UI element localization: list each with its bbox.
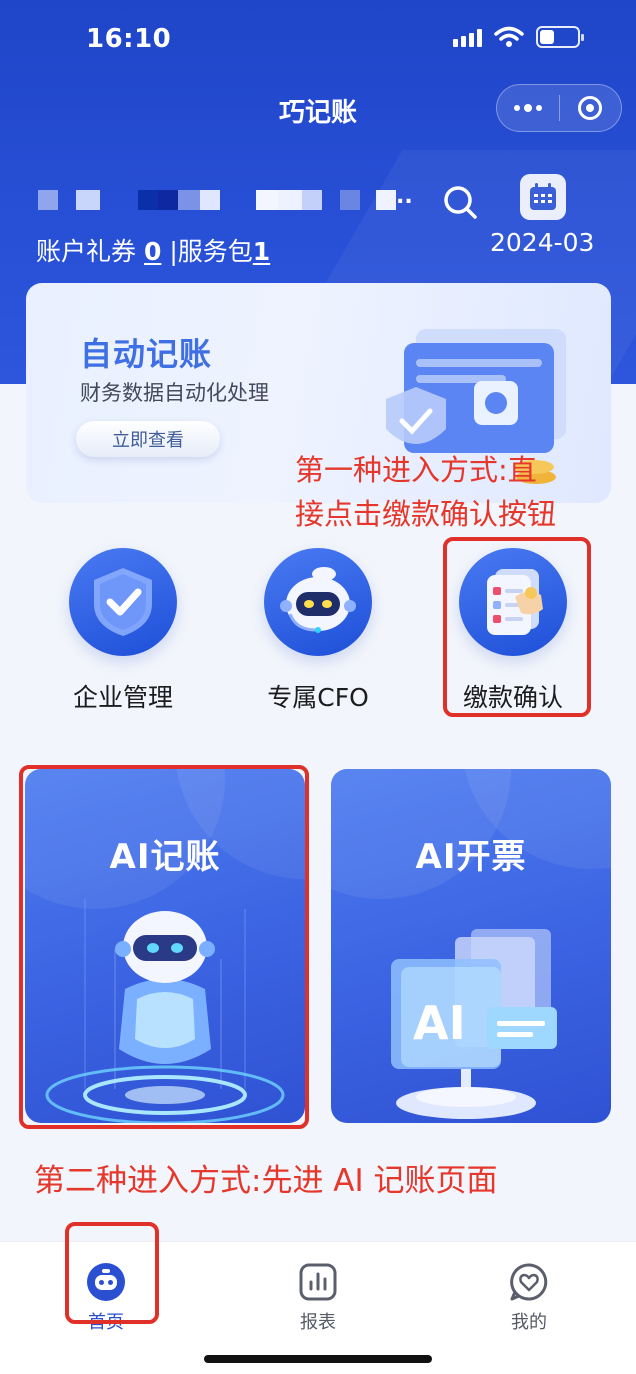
view-now-button[interactable]: 立即查看 bbox=[76, 421, 220, 457]
current-month[interactable]: 2024-03 bbox=[490, 228, 594, 257]
feature-exclusive-cfo[interactable]: 专属CFO bbox=[233, 548, 403, 714]
home-indicator[interactable] bbox=[204, 1355, 432, 1363]
chart-icon bbox=[298, 1262, 338, 1302]
more-menu-button[interactable] bbox=[497, 85, 559, 131]
annotation-highlight-ai-bookkeeping bbox=[19, 765, 309, 1129]
wifi-icon bbox=[494, 26, 524, 47]
heart-profile-icon bbox=[509, 1262, 549, 1302]
shield-check-icon bbox=[69, 548, 177, 656]
coupon-label: 账户礼券 bbox=[36, 237, 137, 266]
annotation-second-method: 第二种进入方式:先进 AI 记账页面 bbox=[34, 1163, 498, 1199]
annotation-highlight-payment-confirm bbox=[443, 537, 591, 717]
feature-enterprise-management[interactable]: 企业管理 bbox=[38, 548, 208, 714]
annotation-first-method: 第一种进入方式:直 接点击缴款确认按钮 bbox=[295, 448, 556, 536]
robot-icon bbox=[264, 548, 372, 656]
account-separator: | bbox=[169, 237, 178, 266]
masked-company-name: .. bbox=[38, 184, 418, 210]
annotation-first-line1: 第一种进入方式:直 bbox=[295, 453, 537, 487]
calendar-icon[interactable] bbox=[520, 174, 566, 220]
annotation-first-line2: 接点击缴款确认按钮 bbox=[295, 497, 557, 531]
status-bar: 16:10 bbox=[0, 0, 636, 78]
card-title: AI开票 bbox=[415, 837, 527, 877]
feature-label: 企业管理 bbox=[72, 683, 173, 712]
service-package-label: 服务包 bbox=[177, 237, 253, 266]
close-mini-program-button[interactable] bbox=[559, 85, 621, 131]
status-time: 16:10 bbox=[86, 24, 172, 54]
close-target-icon bbox=[578, 96, 603, 120]
banner-subtitle: 财务数据自动化处理 bbox=[80, 381, 269, 405]
svg-text:AI: AI bbox=[413, 996, 466, 1050]
cellular-signal-icon bbox=[453, 27, 482, 47]
tab-mine[interactable]: 我的 bbox=[469, 1242, 589, 1334]
account-summary: 账户礼券 0 |服务包1 bbox=[36, 232, 270, 268]
ai-invoicing-card[interactable]: AI开票 AI bbox=[331, 769, 611, 1123]
banner-title: 自动记账 bbox=[80, 335, 213, 373]
search-icon[interactable] bbox=[442, 184, 478, 220]
mini-program-capsule bbox=[496, 84, 622, 132]
tab-label: 报表 bbox=[300, 1312, 336, 1333]
ai-invoice-illustration: AI bbox=[391, 929, 557, 1119]
mask-ellipsis: .. bbox=[396, 184, 413, 209]
coupon-count-link[interactable]: 0 bbox=[144, 237, 161, 266]
service-package-count-link[interactable]: 1 bbox=[253, 237, 270, 266]
annotation-highlight-home-tab bbox=[65, 1222, 159, 1324]
status-icons bbox=[453, 26, 584, 48]
feature-label: 专属CFO bbox=[267, 683, 369, 712]
tab-label: 我的 bbox=[511, 1312, 547, 1333]
tab-reports[interactable]: 报表 bbox=[258, 1242, 378, 1334]
battery-icon bbox=[536, 26, 584, 48]
